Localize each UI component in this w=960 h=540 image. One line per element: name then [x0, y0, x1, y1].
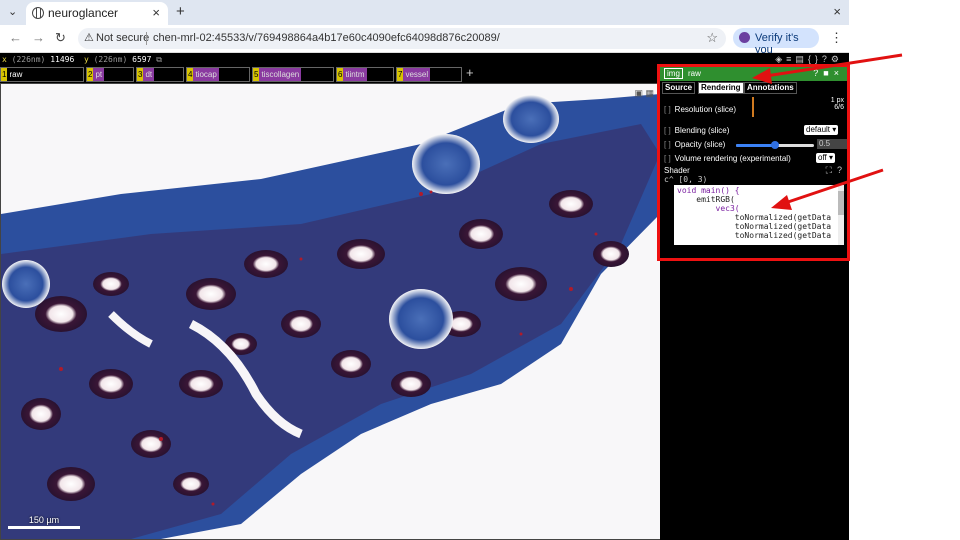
annotation-arrow-bottom — [771, 168, 884, 210]
annotation-arrows — [752, 53, 903, 210]
annotation-arrow-top — [752, 53, 903, 84]
